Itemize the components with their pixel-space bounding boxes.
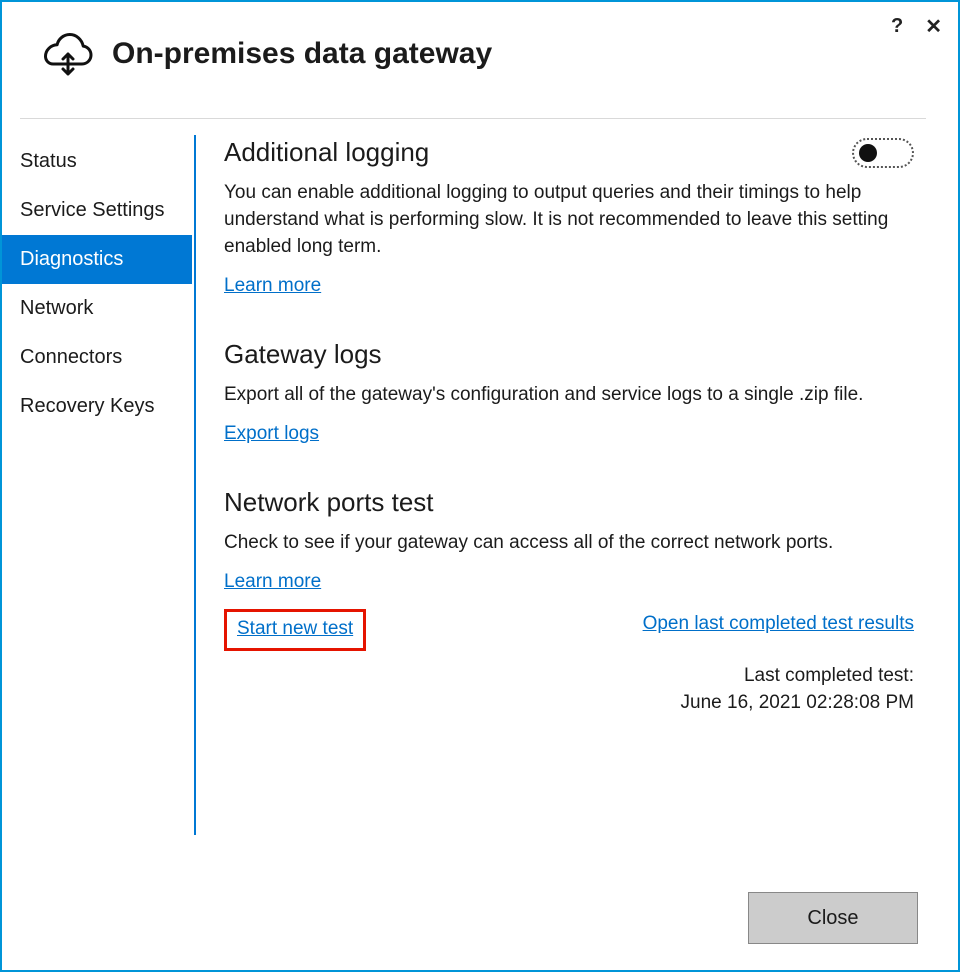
network-ports-desc: Check to see if your gateway can access … <box>224 530 914 557</box>
additional-logging-title: Additional logging <box>224 137 429 168</box>
gateway-logs-desc: Export all of the gateway's configuratio… <box>224 382 914 409</box>
export-logs-link[interactable]: Export logs <box>224 423 319 444</box>
network-ports-title: Network ports test <box>224 487 434 518</box>
page-title: On-premises data gateway <box>112 37 492 71</box>
help-button[interactable]: ? <box>891 15 903 38</box>
additional-logging-toggle[interactable] <box>852 138 914 168</box>
last-completed-label: Last completed test: <box>224 663 914 690</box>
section-gateway-logs: Gateway logs Export all of the gateway's… <box>224 339 914 445</box>
sidebar: Status Service Settings Diagnostics Netw… <box>2 119 192 431</box>
content-pane: Additional logging You can enable additi… <box>196 119 958 725</box>
section-network-ports: Network ports test Check to see if your … <box>224 487 914 717</box>
last-completed-time: June 16, 2021 02:28:08 PM <box>224 690 914 717</box>
start-new-test-highlight: Start new test <box>224 609 366 651</box>
sidebar-item-connectors[interactable]: Connectors <box>2 333 192 382</box>
footer: Close <box>748 892 918 944</box>
sidebar-item-recovery-keys[interactable]: Recovery Keys <box>2 382 192 431</box>
sidebar-item-diagnostics[interactable]: Diagnostics <box>2 235 192 284</box>
start-new-test-link[interactable]: Start new test <box>237 618 353 639</box>
body: Status Service Settings Diagnostics Netw… <box>2 119 958 835</box>
network-ports-learn-more-link[interactable]: Learn more <box>224 571 321 592</box>
last-completed-info: Last completed test: June 16, 2021 02:28… <box>224 663 914 717</box>
additional-logging-desc: You can enable additional logging to out… <box>224 180 914 261</box>
sidebar-item-service-settings[interactable]: Service Settings <box>2 186 192 235</box>
header: On-premises data gateway <box>2 2 958 100</box>
toggle-knob-icon <box>859 144 877 162</box>
window-close-button[interactable]: ✕ <box>925 14 942 39</box>
gateway-logs-title: Gateway logs <box>224 339 382 370</box>
close-button[interactable]: Close <box>748 892 918 944</box>
section-additional-logging: Additional logging You can enable additi… <box>224 137 914 297</box>
open-last-results-link[interactable]: Open last completed test results <box>643 613 914 635</box>
sidebar-item-status[interactable]: Status <box>2 137 192 186</box>
sidebar-item-network[interactable]: Network <box>2 284 192 333</box>
titlebar-controls: ? ✕ <box>891 14 942 39</box>
additional-logging-learn-more-link[interactable]: Learn more <box>224 275 321 296</box>
app-window: ? ✕ On-premises data gateway Status Serv… <box>0 0 960 972</box>
cloud-gateway-icon <box>42 30 94 78</box>
